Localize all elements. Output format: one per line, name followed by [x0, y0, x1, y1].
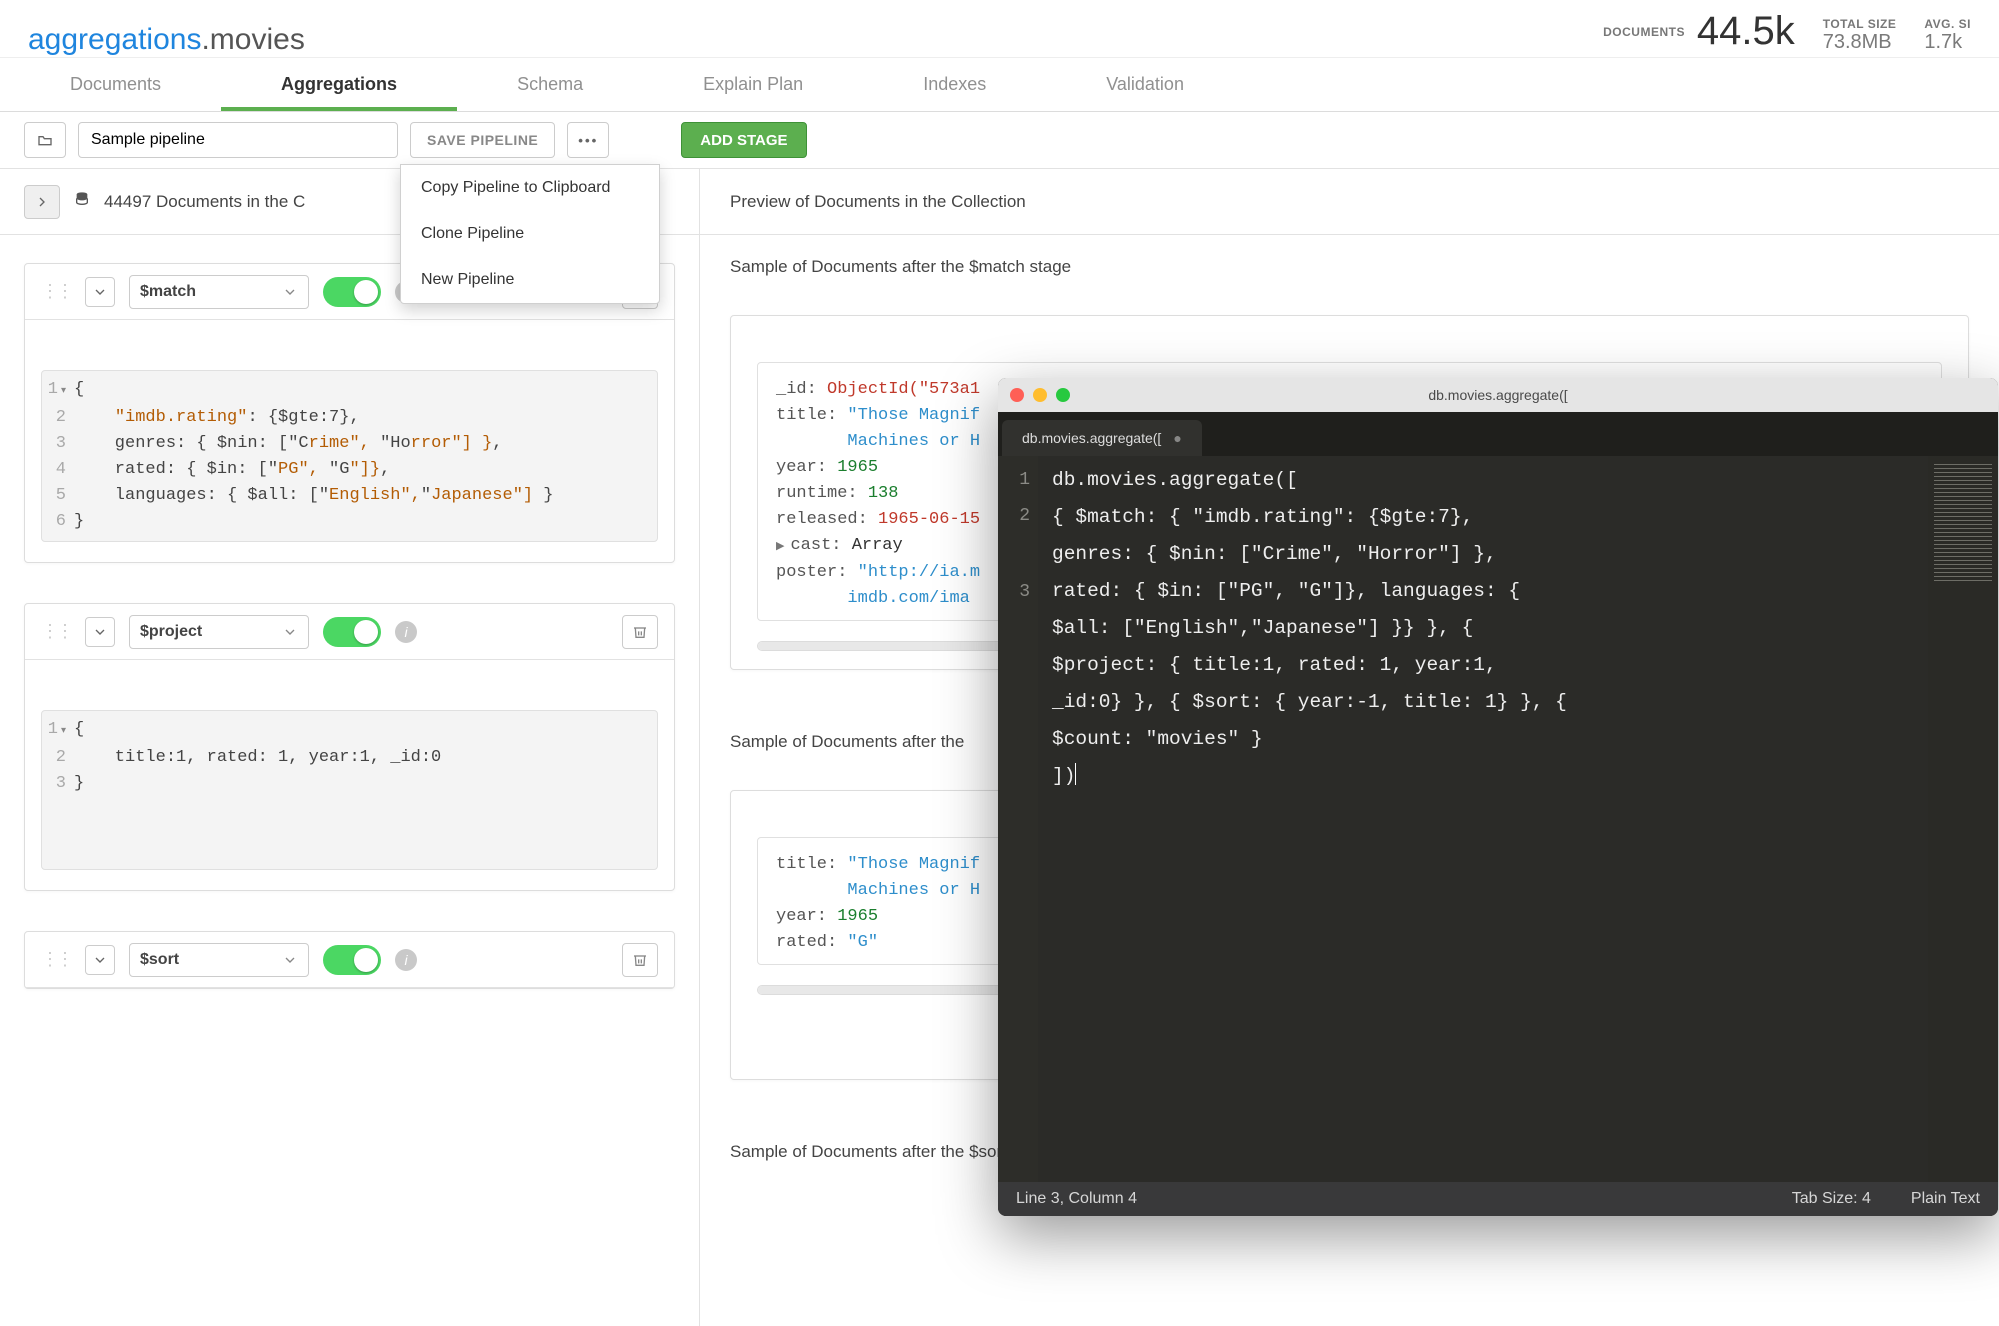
collapse-stage-button[interactable]	[85, 617, 115, 647]
pipeline-name-input[interactable]	[78, 122, 398, 158]
breadcrumb-coll: .movies	[201, 23, 304, 56]
trash-icon	[632, 952, 648, 968]
tab-validation[interactable]: Validation	[1046, 58, 1244, 111]
editor-content[interactable]: db.movies.aggregate([ { $match: { "imdb.…	[1038, 456, 1928, 1182]
stat-documents-label: DOCUMENTS	[1603, 25, 1685, 39]
document-count-text: 44497 Documents in the C	[104, 192, 305, 212]
save-pipeline-button[interactable]: SAVE PIPELINE	[410, 122, 555, 158]
drag-handle-icon[interactable]: ⋮⋮	[41, 281, 71, 302]
chevron-down-icon	[282, 284, 298, 300]
pipeline-toolbar: SAVE PIPELINE ••• ADD STAGE Copy Pipelin…	[0, 112, 1999, 169]
editor-statusbar: Line 3, Column 4 Tab Size: 4 Plain Text	[998, 1182, 1998, 1216]
window-zoom-icon[interactable]	[1056, 388, 1070, 402]
drag-handle-icon[interactable]: ⋮⋮	[41, 949, 71, 970]
tab-documents[interactable]: Documents	[10, 58, 221, 111]
chevron-down-icon	[282, 952, 298, 968]
collapse-stage-button[interactable]	[85, 945, 115, 975]
open-pipeline-button[interactable]	[24, 122, 66, 158]
stat-totalsize-label: TOTAL SIZE	[1823, 18, 1897, 31]
collapse-docs-button[interactable]	[24, 185, 60, 219]
chevron-right-icon	[34, 194, 50, 210]
pipeline-more-menu: Copy Pipeline to ClipboardClone Pipeline…	[400, 164, 660, 304]
stat-totalsize-value: 73.8MB	[1823, 31, 1897, 53]
editor-gutter: 123	[998, 456, 1038, 1182]
stat-avgsize-value: 1.7k	[1924, 31, 1971, 53]
stage-operator-select[interactable]: $sort	[129, 943, 309, 977]
trash-icon	[632, 624, 648, 640]
window-minimize-icon[interactable]	[1033, 388, 1047, 402]
drag-handle-icon[interactable]: ⋮⋮	[41, 621, 71, 642]
stage-preview-label: Sample of Documents after the $match sta…	[700, 235, 1999, 287]
collection-stats: DOCUMENTS 44.5k TOTAL SIZE 73.8MB AVG. S…	[1603, 9, 1971, 57]
stage-operator-select[interactable]: $match	[129, 275, 309, 309]
stage-enabled-toggle[interactable]	[323, 277, 381, 307]
chevron-down-icon	[92, 952, 108, 968]
expand-array-icon[interactable]: ▶	[776, 541, 784, 553]
window-close-icon[interactable]	[1010, 388, 1024, 402]
stage-code-editor[interactable]: 1▾{2 "imdb.rating": {$gte:7},3 genres: {…	[41, 370, 658, 542]
collection-tabs: DocumentsAggregationsSchemaExplain PlanI…	[0, 58, 1999, 112]
info-icon[interactable]: i	[395, 949, 417, 971]
stage-enabled-toggle[interactable]	[323, 617, 381, 647]
menu-item-new-pipeline[interactable]: New Pipeline	[401, 257, 659, 303]
stat-avgsize-label: AVG. SI	[1924, 18, 1971, 31]
stage-enabled-toggle[interactable]	[323, 945, 381, 975]
tab-explain-plan[interactable]: Explain Plan	[643, 58, 863, 111]
window-title: db.movies.aggregate([	[1428, 387, 1567, 403]
chevron-down-icon	[282, 624, 298, 640]
breadcrumb: aggregations.movies	[28, 23, 1603, 57]
stage-code-editor[interactable]: 1▾{2 title:1, rated: 1, year:1, _id:03}	[41, 710, 658, 870]
tab-aggregations[interactable]: Aggregations	[221, 58, 457, 111]
status-tabsize[interactable]: Tab Size: 4	[1792, 1190, 1871, 1208]
database-icon	[74, 191, 90, 212]
status-syntax[interactable]: Plain Text	[1911, 1190, 1980, 1208]
tab-schema[interactable]: Schema	[457, 58, 643, 111]
preview-header: Preview of Documents in the Collection	[700, 169, 1999, 235]
chevron-down-icon	[92, 624, 108, 640]
pipeline-more-button[interactable]: •••	[567, 122, 609, 158]
chevron-down-icon	[92, 284, 108, 300]
tab-dirty-icon: ●	[1173, 430, 1181, 446]
delete-stage-button[interactable]	[622, 615, 658, 649]
menu-item-clone-pipeline[interactable]: Clone Pipeline	[401, 211, 659, 257]
add-stage-button[interactable]: ADD STAGE	[681, 122, 806, 158]
stage-operator-select[interactable]: $project	[129, 615, 309, 649]
info-icon[interactable]: i	[395, 621, 417, 643]
menu-item-copy-pipeline-to-clipboard[interactable]: Copy Pipeline to Clipboard	[401, 165, 659, 211]
delete-stage-button[interactable]	[622, 943, 658, 977]
editor-minimap[interactable]	[1928, 456, 1998, 1182]
breadcrumb-db: aggregations	[28, 23, 201, 56]
external-code-editor-window: db.movies.aggregate([ db.movies.aggregat…	[998, 378, 1998, 1216]
tab-indexes[interactable]: Indexes	[863, 58, 1046, 111]
editor-tab[interactable]: db.movies.aggregate([ ●	[1002, 420, 1202, 456]
status-cursor: Line 3, Column 4	[1016, 1190, 1137, 1208]
stat-documents-value: 44.5k	[1697, 9, 1795, 53]
collapse-stage-button[interactable]	[85, 277, 115, 307]
window-titlebar[interactable]: db.movies.aggregate([	[998, 378, 1998, 412]
folder-icon	[37, 132, 53, 148]
